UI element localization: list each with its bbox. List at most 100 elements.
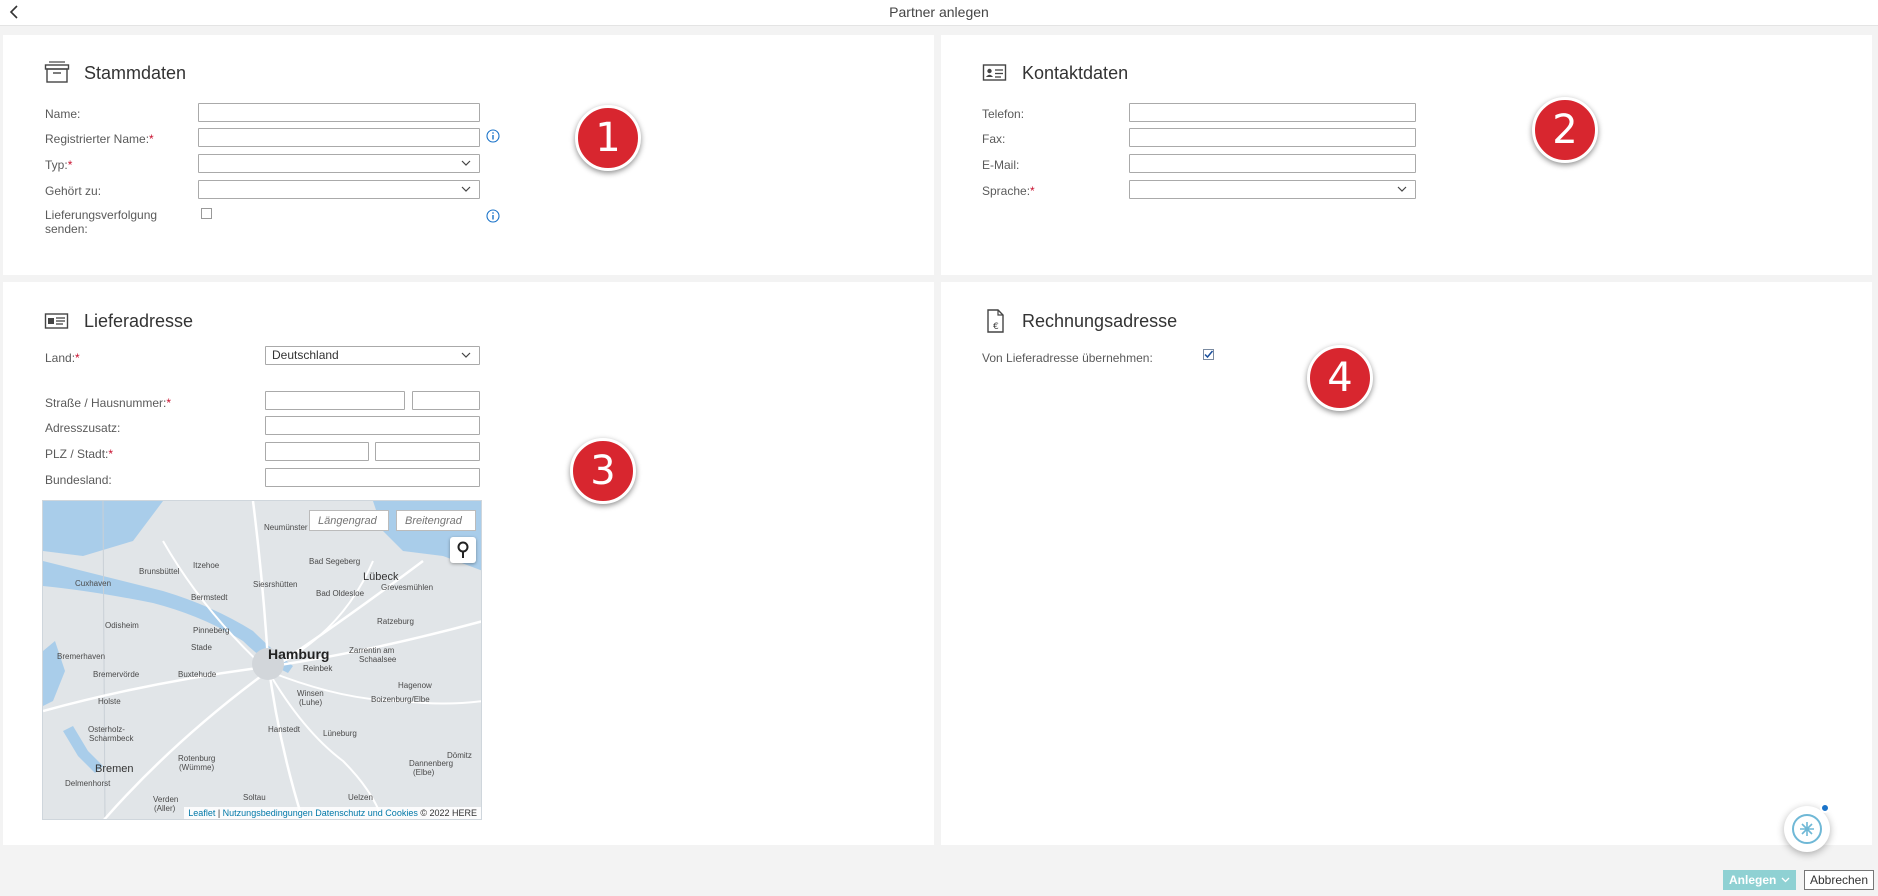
chevron-down-icon <box>1397 186 1407 192</box>
top-bar: Partner anlegen <box>0 0 1878 26</box>
archive-box-icon <box>44 61 70 83</box>
kontaktdaten-title: Kontaktdaten <box>1022 62 1129 83</box>
belongs-to-select[interactable] <box>198 180 480 199</box>
map-label-uelzen: Uelzen <box>348 793 373 802</box>
city-input[interactable] <box>375 442 480 461</box>
email-input[interactable] <box>1129 154 1416 173</box>
name-label: Name: <box>45 107 81 121</box>
fax-label: Fax: <box>982 132 1006 146</box>
map-label-rotenburg: Rotenburg <box>178 754 216 763</box>
map-label-hanstedt: Hanstedt <box>268 725 301 734</box>
phone-label: Telefon: <box>982 107 1025 121</box>
state-label: Bundesland: <box>45 473 112 487</box>
map-label-neumuenster: Neumünster <box>264 523 308 532</box>
notification-dot <box>1820 803 1830 813</box>
page-title: Partner anlegen <box>889 4 989 20</box>
map[interactable]: Hamburg Bremen Lübeck Cuxhaven Itzehoe N… <box>42 500 482 820</box>
stammdaten-card: Stammdaten Name: Registrierter Name:* Ty… <box>3 35 934 275</box>
fax-input[interactable] <box>1129 128 1416 147</box>
kontaktdaten-header: Kontaktdaten <box>982 61 1128 85</box>
zip-input[interactable] <box>265 442 369 461</box>
map-label-bremerhaven: Bremerhaven <box>57 652 106 661</box>
map-label-doemitz: Dömitz <box>447 751 472 760</box>
map-label-lueneburg: Lüneburg <box>323 729 357 738</box>
location-pin-icon <box>457 541 469 558</box>
badge-3: 3 <box>570 438 636 504</box>
leaflet-link[interactable]: Leaflet <box>188 808 215 818</box>
location-pin-button[interactable] <box>450 537 476 563</box>
map-label-zarrentin: Zarrentin am <box>349 646 395 655</box>
map-label-winsen: Winsen <box>297 689 324 698</box>
map-attribution: Leaflet | Nutzungsbedingungen Datenschut… <box>184 807 481 819</box>
svg-text:€: € <box>993 322 999 332</box>
checkmark-icon <box>1204 350 1214 359</box>
map-label-rotenburg-2: (Wümme) <box>179 763 215 772</box>
map-label-bermstedt: Bermstedt <box>191 593 228 602</box>
belongs-to-label: Gehört zu: <box>45 184 102 198</box>
email-label: E-Mail: <box>982 158 1020 172</box>
map-label-reinbek: Reinbek <box>303 664 333 673</box>
map-label-verden: Verden <box>153 795 179 804</box>
map-label-luebeck: Lübeck <box>363 571 399 583</box>
rechnungsadresse-header: € Rechnungsadresse <box>982 309 1177 333</box>
map-label-osterholz: Osterholz- <box>88 725 125 734</box>
terms-link[interactable]: Nutzungsbedingungen <box>223 808 313 818</box>
type-select[interactable] <box>198 154 480 173</box>
map-label-zarrentin-2: Schaalsee <box>359 655 397 664</box>
map-label-buxtehude: Buxtehude <box>178 670 217 679</box>
name-input[interactable] <box>198 103 480 122</box>
map-label-boizenburg: Boizenburg/Elbe <box>371 695 430 704</box>
map-label-pinneberg: Pinneberg <box>193 626 230 635</box>
street-input[interactable] <box>265 391 405 410</box>
tracking-checkbox[interactable] <box>201 208 212 219</box>
info-icon[interactable] <box>486 209 500 223</box>
badge-2: 2 <box>1532 97 1598 163</box>
map-label-bad-oldesloe: Bad Oldesloe <box>316 589 365 598</box>
map-label-holste: Holste <box>98 697 121 706</box>
state-input[interactable] <box>265 468 480 487</box>
chevron-down-icon <box>461 186 471 192</box>
house-number-input[interactable] <box>412 391 480 410</box>
copy-address-checkbox[interactable] <box>1203 349 1214 360</box>
privacy-link[interactable]: Datenschutz und Cookies <box>315 808 418 818</box>
language-label: Sprache:* <box>982 184 1035 198</box>
map-label-siesbuettel: Siesrshütten <box>253 580 298 589</box>
map-label-winsen-2: (Luhe) <box>299 698 323 707</box>
map-label-gerevesmuehlen: Grevesmühlen <box>381 583 434 592</box>
phone-input[interactable] <box>1129 103 1416 122</box>
lieferadresse-header: Lieferadresse <box>44 309 193 333</box>
cancel-button[interactable]: Abbrechen <box>1804 870 1874 890</box>
type-label: Typ:* <box>45 158 73 172</box>
map-label-dannenberg: Dannenberg <box>409 759 454 768</box>
chevron-down-icon <box>1781 877 1790 883</box>
language-select[interactable] <box>1129 180 1416 199</box>
map-label-dannenberg-2: (Elbe) <box>413 768 435 777</box>
rechnungsadresse-card: € Rechnungsadresse Von Lieferadresse übe… <box>941 282 1872 845</box>
registered-name-input[interactable] <box>198 128 480 147</box>
address-card-icon <box>44 313 69 329</box>
zip-city-label: PLZ / Stadt:* <box>45 447 114 461</box>
map-label-odisheim: Odisheim <box>105 621 139 630</box>
map-label-hagenow: Hagenow <box>398 681 432 690</box>
longitude-input[interactable] <box>309 510 389 531</box>
address-extra-input[interactable] <box>265 416 480 435</box>
map-label-itzehoe: Itzehoe <box>193 561 220 570</box>
map-label-delmenhorst: Delmenhorst <box>65 779 111 788</box>
map-label-hamburg: Hamburg <box>268 646 330 662</box>
map-label-brunsbuettel: Brunsbüttel <box>139 567 180 576</box>
country-select[interactable]: Deutschland <box>265 346 480 365</box>
copy-address-label: Von Lieferadresse übernehmen: <box>982 351 1153 365</box>
map-label-bremen: Bremen <box>95 763 134 775</box>
map-label-verden-2: (Aller) <box>154 804 176 813</box>
map-label-stade: Stade <box>191 643 212 652</box>
create-button[interactable]: Anlegen <box>1723 870 1796 890</box>
badge-4: 4 <box>1307 345 1373 411</box>
map-label-ratzeburg: Ratzeburg <box>377 617 414 626</box>
latitude-input[interactable] <box>396 510 476 531</box>
street-label: Straße / Hausnummer:* <box>45 396 172 410</box>
map-label-bad-segeberg: Bad Segeberg <box>309 557 361 566</box>
chevron-down-icon <box>461 352 471 358</box>
stammdaten-header: Stammdaten <box>44 61 186 85</box>
rechnungsadresse-title: Rechnungsadresse <box>1022 310 1178 331</box>
info-icon[interactable] <box>486 129 500 143</box>
